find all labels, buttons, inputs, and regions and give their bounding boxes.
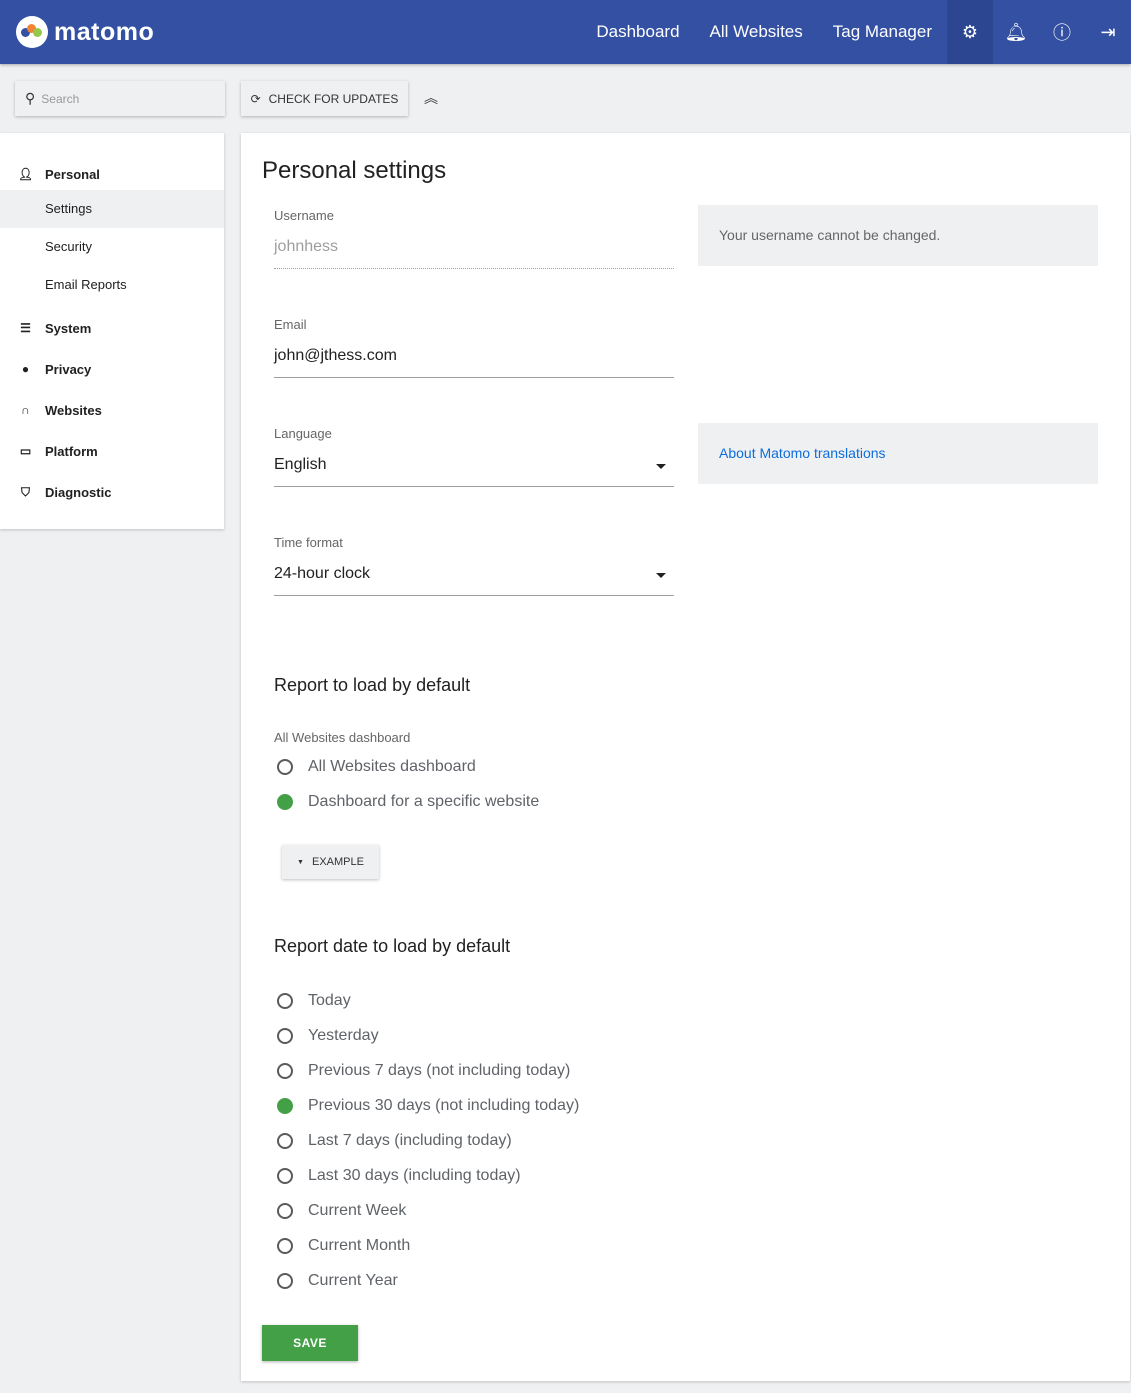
sidebar-section-system[interactable]: ☰ System (0, 318, 224, 338)
radio-date-option[interactable]: Current Year (277, 1272, 398, 1290)
username-label: Username (274, 208, 334, 223)
time-format-select[interactable]: 24-hour clock (274, 560, 674, 596)
sidebar-item-security[interactable]: Security (0, 228, 224, 266)
radio-date-option[interactable]: Last 7 days (including today) (277, 1132, 512, 1150)
example-label: EXAMPLE (311, 856, 364, 868)
radio-specific-website[interactable]: Dashboard for a specific website (277, 793, 539, 811)
caret-down-icon (656, 464, 666, 469)
check-for-updates-button[interactable]: ⟳ CHECK FOR UPDATES (241, 81, 408, 116)
username-field: johnhess (274, 233, 674, 269)
radio-icon (277, 1133, 293, 1149)
nav-all-websites[interactable]: All Websites (695, 0, 818, 64)
sidebar-section-personal[interactable]: 👤︎ Personal (0, 164, 224, 184)
radio-label: Previous 30 days (not including today) (308, 1097, 580, 1114)
radio-icon (277, 1238, 293, 1254)
email-field[interactable]: john@jthess.com (274, 342, 674, 378)
server-icon: ☰ (20, 321, 31, 335)
language-label: Language (274, 426, 332, 441)
radio-label: Dashboard for a specific website (308, 793, 540, 810)
sidebar: 👤︎ Personal Settings Security Email Repor… (0, 133, 224, 529)
section-label: System (45, 320, 92, 336)
report-heading: Report to load by default (274, 675, 471, 695)
section-label: Personal (45, 166, 100, 182)
save-button[interactable]: SAVE (262, 1325, 358, 1361)
monitor-icon: ▭ (19, 444, 32, 458)
top-bar: matomo Dashboard All Websites Tag Manage… (0, 0, 1131, 64)
time-format-value: 24-hour clock (274, 565, 371, 582)
radio-icon (277, 1028, 293, 1044)
radio-icon (277, 1203, 293, 1219)
sidebar-item-email-reports[interactable]: Email Reports (0, 266, 224, 304)
search-icon: ⚲ (25, 90, 36, 106)
report-label: All Websites dashboard (274, 730, 411, 745)
matomo-logo-icon (16, 16, 48, 48)
search-input[interactable]: ⚲ Search (15, 81, 225, 116)
radio-icon (277, 1273, 293, 1289)
radio-icon (277, 759, 293, 775)
radio-label: Current Week (308, 1202, 407, 1219)
email-label: Email (274, 317, 307, 332)
username-help: Your username cannot be changed. (698, 205, 1098, 266)
radio-date-option[interactable]: Today (277, 992, 351, 1010)
sidebar-item-settings[interactable]: Settings (0, 190, 224, 228)
about-translations-link[interactable]: About Matomo translations (719, 445, 886, 461)
privacy-icon: ● (21, 362, 30, 376)
radio-date-option[interactable]: Current Month (277, 1237, 410, 1255)
radio-date-option[interactable]: Last 30 days (including today) (277, 1167, 521, 1185)
radio-icon (277, 993, 293, 1009)
gear-icon[interactable]: ⚙ (947, 0, 993, 64)
refresh-icon: ⟳ (250, 91, 261, 106)
user-icon: 👤︎ (17, 167, 34, 181)
time-format-label: Time format (274, 535, 343, 550)
nav-dashboard[interactable]: Dashboard (581, 0, 694, 64)
section-label: Diagnostic (45, 484, 112, 500)
radio-label: Current Year (308, 1272, 398, 1289)
section-label: Privacy (45, 361, 92, 377)
radio-label: Current Month (308, 1237, 411, 1254)
radio-icon (277, 1168, 293, 1184)
radio-icon (277, 1098, 293, 1114)
caret-icon: ▼ (297, 858, 304, 866)
language-value: English (274, 456, 327, 473)
info-icon[interactable]: ⓘ (1039, 0, 1085, 64)
nav-tag-manager[interactable]: Tag Manager (818, 0, 947, 64)
radio-date-option[interactable]: Yesterday (277, 1027, 379, 1045)
radio-label: Previous 7 days (not including today) (308, 1062, 571, 1079)
radio-label: Today (308, 992, 351, 1009)
bell-icon[interactable]: 🔔︎ (993, 0, 1039, 64)
language-select[interactable]: English (274, 451, 674, 487)
collapse-icon[interactable]: ︽ (424, 88, 438, 108)
section-label: Platform (45, 443, 98, 459)
sidebar-section-privacy[interactable]: ● Privacy (0, 359, 224, 379)
radio-date-option[interactable]: Previous 7 days (not including today) (277, 1062, 570, 1080)
caret-down-icon (656, 573, 666, 578)
shield-icon: ⛉ (20, 484, 30, 499)
radio-checked-icon (277, 794, 293, 810)
check-updates-label: CHECK FOR UPDATES (268, 91, 399, 106)
radio-label: Last 7 days (including today) (308, 1132, 512, 1149)
search-placeholder: Search (41, 91, 80, 106)
radio-label: Yesterday (308, 1027, 379, 1044)
radio-all-websites[interactable]: All Websites dashboard (277, 758, 476, 776)
date-heading: Report date to load by default (274, 936, 511, 956)
logout-icon[interactable]: ⇥ (1085, 0, 1131, 64)
translations-help: About Matomo translations (698, 423, 1098, 484)
section-label: Websites (45, 402, 102, 418)
radio-label: All Websites dashboard (308, 758, 476, 775)
matomo-logo[interactable]: matomo (16, 16, 154, 48)
logo-text: matomo (54, 17, 155, 46)
websites-icon: ∩ (21, 403, 30, 417)
radio-label: Last 30 days (including today) (308, 1167, 521, 1184)
example-button[interactable]: ▼ EXAMPLE (282, 845, 379, 879)
sidebar-section-platform[interactable]: ▭ Platform (0, 441, 224, 461)
page-title: Personal settings (262, 157, 447, 184)
sidebar-section-diagnostic[interactable]: ⛉ Diagnostic (0, 482, 224, 502)
radio-icon (277, 1063, 293, 1079)
settings-panel: Personal settings Username johnhess Your… (241, 133, 1130, 1381)
radio-date-option[interactable]: Previous 30 days (not including today) (277, 1097, 579, 1115)
radio-date-option[interactable]: Current Week (277, 1202, 406, 1220)
sidebar-section-websites[interactable]: ∩ Websites (0, 400, 224, 420)
